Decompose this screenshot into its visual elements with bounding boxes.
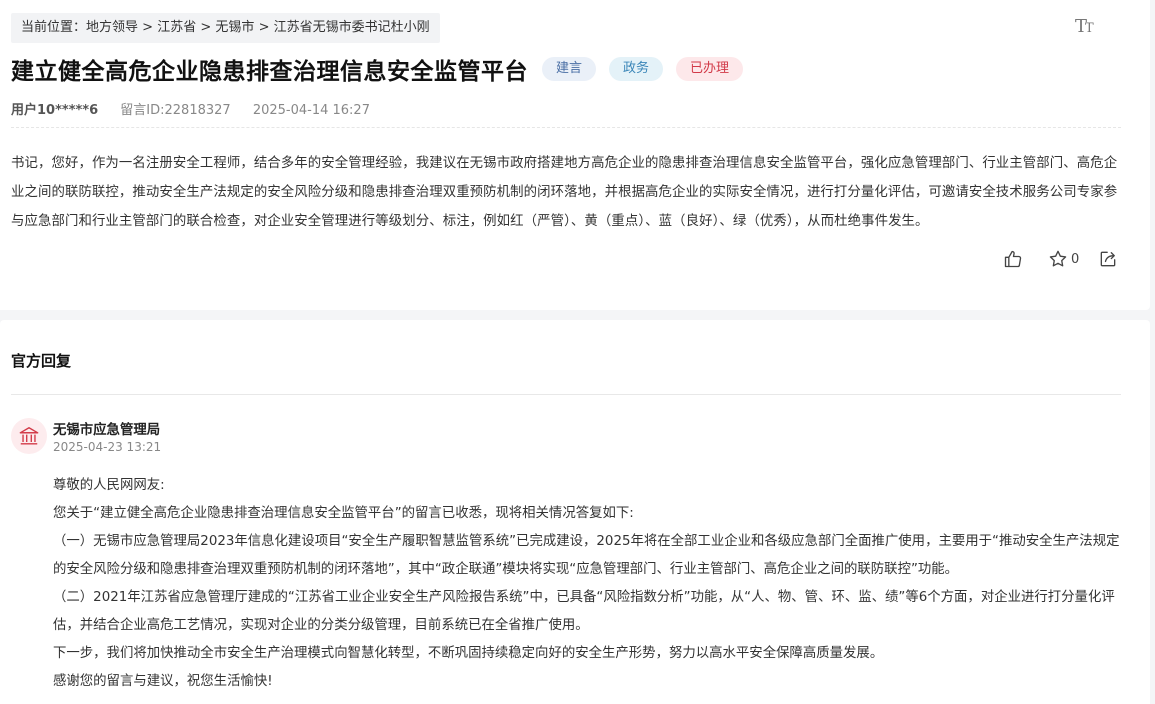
official-reply-card: 官方回复 无锡市应急管理局 2025-04-23 13:21 尊敬的人民网网友:… — [0, 320, 1150, 704]
breadcrumb-item-province[interactable]: 江苏省 — [157, 20, 196, 35]
breadcrumb-item-leader[interactable]: 江苏省无锡市委书记杜小刚 — [274, 20, 430, 35]
reply-paragraph: 您关于“建立健全高危企业隐患排查治理信息安全监管平台”的留言已收悉，现将相关情况… — [53, 506, 634, 521]
title-row: 建立健全高危企业隐患排查治理信息安全监管平台 建言 政务 已办理 — [11, 52, 744, 86]
font-size-icon-small: T — [1085, 21, 1094, 36]
government-building-icon — [19, 427, 39, 445]
breadcrumb-prefix: 当前位置： — [21, 20, 87, 35]
tag-government-affairs: 政务 — [609, 57, 664, 81]
message-id: 留言ID:22818327 — [120, 103, 231, 118]
status-badge: 已办理 — [676, 57, 744, 81]
post-content: 书记，您好，作为一名注册安全工程师，结合多年的安全管理经验，我建议在无锡市政府搭… — [11, 156, 1118, 229]
reply-divider — [11, 394, 1121, 395]
post-actions: 0 — [1003, 247, 1118, 271]
org-name: 无锡市应急管理局 — [53, 423, 161, 438]
tag-suggestion: 建言 — [542, 57, 597, 81]
message-card: 当前位置：地方领导 > 江苏省 > 无锡市 > 江苏省无锡市委书记杜小刚 TT … — [0, 0, 1150, 310]
reply-paragraph: （二）2021年江苏省应急管理厅建成的“江苏省工业企业安全生产风险报告系统”中，… — [53, 590, 1115, 633]
thumbs-up-icon — [1004, 250, 1022, 268]
page-title: 建立健全高危企业隐患排查治理信息安全监管平台 — [11, 59, 528, 85]
reply-paragraph: （一）无锡市应急管理局2023年信息化建设项目“安全生产履职智慧监管系统”已完成… — [53, 534, 1120, 577]
breadcrumb: 当前位置：地方领导 > 江苏省 > 无锡市 > 江苏省无锡市委书记杜小刚 — [11, 13, 440, 43]
post-meta: 用户10*****6 留言ID:22818327 2025-04-14 16:2… — [11, 99, 388, 118]
reply-paragraph: 尊敬的人民网网友: — [53, 478, 165, 493]
breadcrumb-separator: > — [200, 20, 212, 35]
reply-paragraph: 下一步，我们将加快推动全市安全生产治理模式向智慧化转型，不断巩固持续稳定向好的安… — [53, 646, 884, 661]
reply-body: 尊敬的人民网网友: 您关于“建立健全高危企业隐患排查治理信息安全监管平台”的留言… — [53, 472, 1123, 696]
font-size-toggle[interactable]: TT — [1075, 16, 1094, 37]
breadcrumb-item-city[interactable]: 无锡市 — [215, 20, 254, 35]
font-size-icon-big: T — [1075, 16, 1087, 37]
star-icon — [1049, 250, 1067, 267]
post-user: 用户10*****6 — [11, 103, 99, 118]
like-button[interactable] — [1003, 249, 1023, 269]
share-icon — [1100, 251, 1116, 267]
org-avatar — [11, 418, 47, 454]
reply-datetime: 2025-04-23 13:21 — [53, 440, 162, 454]
favorite-button[interactable]: 0 — [1048, 249, 1079, 269]
favorite-count: 0 — [1071, 251, 1080, 267]
reply-heading: 官方回复 — [11, 352, 72, 370]
breadcrumb-item-local-leaders[interactable]: 地方领导 — [86, 20, 138, 35]
reply-paragraph: 感谢您的留言与建议，祝您生活愉快! — [53, 674, 273, 689]
post-datetime: 2025-04-14 16:27 — [252, 103, 370, 118]
breadcrumb-separator: > — [258, 20, 270, 35]
breadcrumb-separator: > — [142, 20, 154, 35]
share-button[interactable] — [1098, 249, 1118, 269]
meta-divider — [11, 127, 1121, 128]
